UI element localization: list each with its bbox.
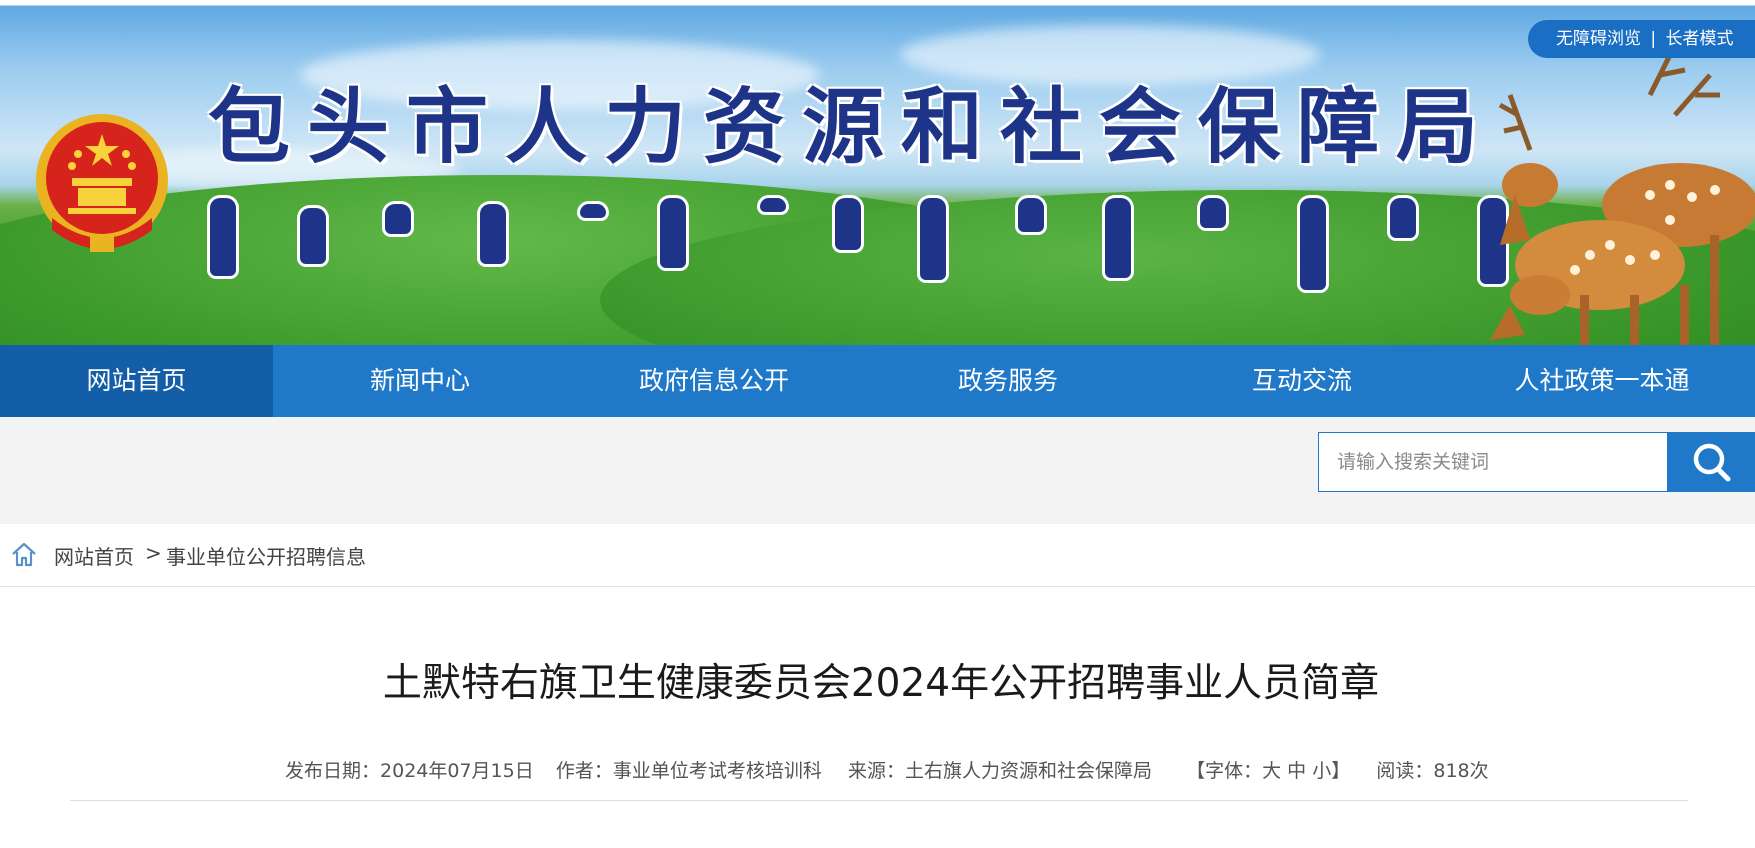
author-label: 作者：: [555, 760, 613, 782]
header-banner: 包头市人力资源和社会保障局 无障碍浏览 | 长者模式: [0, 0, 1755, 345]
author: 事业单位考试考核培训科: [612, 760, 822, 782]
font-large-link[interactable]: 大: [1262, 760, 1281, 782]
home-icon: [12, 542, 36, 567]
nav-item-policy[interactable]: 人社政策一本通: [1449, 345, 1755, 417]
barrier-free-link[interactable]: 无障碍浏览: [1556, 29, 1641, 49]
elder-mode-link[interactable]: 长者模式: [1666, 29, 1734, 49]
breadcrumb-separator: >: [145, 541, 162, 565]
search-input[interactable]: [1319, 433, 1664, 491]
accessibility-bar: 无障碍浏览 | 长者模式: [1528, 20, 1755, 58]
source: 土右旗人力资源和社会保障局: [904, 760, 1152, 782]
main-nav: 网站首页 新闻中心 政府信息公开 政务服务 互动交流 人社政策一本通: [0, 345, 1755, 417]
mongolian-title: [210, 198, 1630, 298]
separator: |: [1650, 29, 1657, 49]
font-small-link[interactable]: 小: [1312, 760, 1331, 782]
article-meta: 发布日期：2024年07月15日 作者：事业单位考试考核培训科 来源：土右旗人力…: [285, 756, 1489, 783]
nav-item-gov-service[interactable]: 政务服务: [861, 345, 1155, 417]
site-title: 包头市人力资源和社会保障局: [208, 79, 1496, 175]
breadcrumb: 网站首页 > 事业单位公开招聘信息: [0, 524, 1755, 587]
breadcrumb-home-link[interactable]: 网站首页: [54, 541, 134, 570]
font-size-label: 【字体：: [1186, 760, 1263, 782]
date-label: 发布日期：: [285, 760, 381, 782]
breadcrumb-current[interactable]: 事业单位公开招聘信息: [166, 541, 366, 570]
nav-item-gov-info[interactable]: 政府信息公开: [567, 345, 861, 417]
search-button[interactable]: [1667, 432, 1755, 492]
nav-item-news[interactable]: 新闻中心: [273, 345, 567, 417]
read-count: 818次: [1433, 760, 1489, 782]
font-medium-link[interactable]: 中: [1287, 760, 1306, 782]
search-area: [0, 417, 1755, 524]
nav-item-interaction[interactable]: 互动交流: [1155, 345, 1449, 417]
article-title: 土默特右旗卫生健康委员会2024年公开招聘事业人员简章: [382, 661, 1380, 706]
search-box: [1318, 432, 1755, 492]
search-icon: [1693, 443, 1731, 482]
font-size-label-close: 】: [1331, 760, 1351, 782]
divider: [70, 800, 1688, 801]
publish-date: 2024年07月15日: [380, 760, 534, 782]
source-label: 来源：: [847, 760, 905, 782]
nav-item-home[interactable]: 网站首页: [0, 345, 273, 417]
national-emblem-icon: [36, 114, 168, 252]
reads-label: 阅读：: [1376, 760, 1434, 782]
deer-image: [1490, 55, 1755, 345]
